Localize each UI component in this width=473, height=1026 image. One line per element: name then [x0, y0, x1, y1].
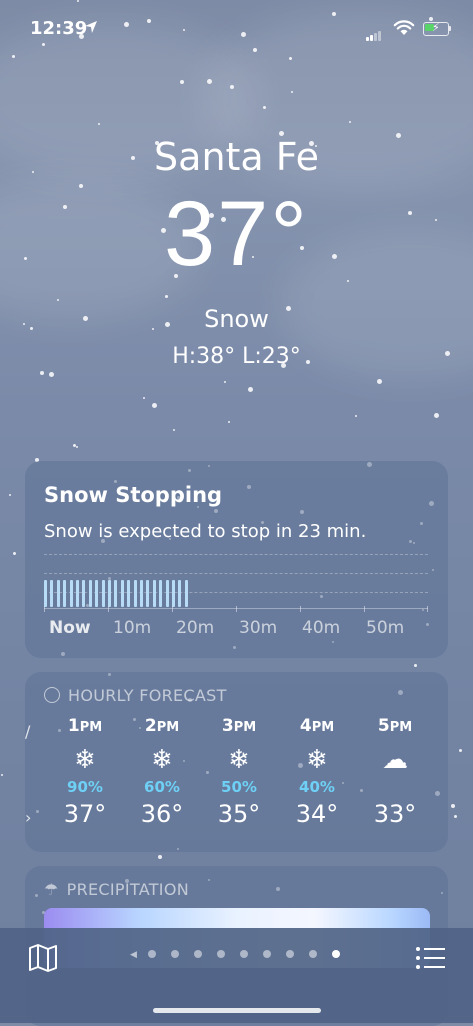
hour-label: 4PM	[299, 716, 335, 736]
minute-precip-bar	[114, 580, 118, 607]
snowflake-icon: ❄	[228, 745, 250, 775]
hourly-forecast-card[interactable]: HOURLY FORECAST / › 1PM ❄ 90% 37° 2PM ❄ 60% 36°…	[25, 672, 448, 852]
minute-precip-bar	[56, 580, 60, 607]
minute-precip-bar	[44, 580, 47, 607]
umbrella-icon: ☂	[44, 880, 59, 899]
cellular-signal-icon	[366, 22, 382, 41]
minute-precip-bar	[127, 580, 131, 607]
snowflake-icon: ❄	[306, 745, 328, 775]
clock-icon	[44, 687, 60, 703]
axis-label-now: Now	[49, 618, 91, 638]
precip-chance	[365, 778, 425, 796]
status-bar: 12:39 ⚡	[0, 0, 473, 50]
minute-precip-bar	[63, 580, 67, 607]
scroll-edge-mark: ›	[25, 808, 32, 827]
page-dot[interactable]	[309, 950, 317, 958]
minute-precip-bar	[101, 580, 105, 607]
axis-label-20m: 20m	[176, 618, 215, 638]
precip-chance: 90%	[67, 778, 103, 796]
city-name: Santa Fe	[154, 135, 319, 179]
minute-precip-bar	[76, 580, 79, 607]
hourly-header: HOURLY FORECAST	[44, 686, 227, 705]
wifi-icon	[393, 20, 415, 35]
axis-label-10m: 10m	[113, 618, 152, 638]
minute-precip-bar	[95, 580, 99, 607]
minute-precip-bar	[178, 580, 182, 607]
hour-column: 1PM ❄ 90% 37°	[55, 716, 115, 828]
minute-precip-bar	[140, 580, 143, 607]
hour-label: 1PM	[67, 716, 103, 736]
battery-cap	[449, 26, 451, 31]
chart-axis	[44, 606, 428, 612]
alert-subtitle: Snow is expected to stop in 23 min.	[44, 521, 367, 542]
current-location-page-icon[interactable]: ◀	[130, 950, 137, 960]
hour-column: 3PM ❄ 50% 35°	[209, 716, 269, 828]
minute-precip-bar	[50, 580, 54, 607]
minute-precip-bar	[159, 580, 163, 607]
hour-column: 5PM ☁ 33°	[365, 716, 425, 828]
minute-precip-bar	[133, 580, 137, 607]
minute-precip-bar	[146, 580, 150, 607]
cloud-icon: ☁	[382, 745, 408, 775]
battery-icon: ⚡	[423, 21, 449, 36]
precip-chance: 40%	[299, 778, 335, 796]
hour-label: 3PM	[221, 716, 257, 736]
snowflake-icon: ❄	[151, 745, 173, 775]
minute-precip-bar	[69, 580, 73, 607]
minute-precip-bar	[88, 580, 92, 607]
page-dot[interactable]	[217, 950, 225, 958]
axis-label-50m: 50m	[366, 618, 405, 638]
home-indicator[interactable]	[153, 1008, 321, 1013]
page-dot[interactable]	[286, 950, 294, 958]
minute-precip-bar	[165, 580, 169, 607]
minute-precip-bar	[108, 580, 111, 607]
page-dot[interactable]	[148, 950, 156, 958]
current-condition: Snow	[204, 305, 269, 333]
precip-chance: 60%	[144, 778, 180, 796]
precip-chance: 50%	[221, 778, 257, 796]
hourly-header-label: HOURLY FORECAST	[68, 686, 227, 705]
page-dot[interactable]	[240, 950, 248, 958]
precip-alert-card[interactable]: Snow Stopping Snow is expected to stop i…	[25, 461, 448, 658]
current-temperature: 37°	[163, 183, 310, 285]
chart-gridline	[44, 554, 428, 555]
hour-temperature: 34°	[295, 800, 339, 828]
hour-column: 4PM ❄ 40% 34°	[287, 716, 347, 828]
page-dot[interactable]	[332, 950, 340, 958]
precipitation-header-label: PRECIPITATION	[66, 880, 189, 899]
hour-label: 2PM	[144, 716, 180, 736]
status-time: 12:39	[30, 18, 88, 39]
scroll-edge-mark: /	[25, 722, 31, 741]
minute-precip-bar	[82, 580, 86, 607]
axis-label-40m: 40m	[302, 618, 341, 638]
hour-column: 2PM ❄ 60% 36°	[132, 716, 192, 828]
axis-label-30m: 30m	[239, 618, 278, 638]
map-icon[interactable]	[27, 944, 59, 972]
minute-precip-bar	[184, 580, 188, 607]
alert-title: Snow Stopping	[44, 483, 223, 507]
list-icon[interactable]	[415, 944, 447, 972]
page-dot[interactable]	[263, 950, 271, 958]
location-arrow-icon	[85, 21, 97, 33]
minute-precip-bar	[152, 580, 156, 607]
snowflake-icon: ❄	[74, 745, 96, 775]
page-dot[interactable]	[171, 950, 179, 958]
hour-temperature: 33°	[373, 800, 417, 828]
minute-precip-bar	[172, 580, 175, 607]
hour-temperature: 37°	[63, 800, 107, 828]
precipitation-header: ☂ PRECIPITATION	[44, 880, 189, 899]
hour-temperature: 36°	[140, 800, 184, 828]
chart-gridline	[44, 573, 428, 574]
minute-precip-bar	[120, 580, 124, 607]
high-low: H:38° L:23°	[172, 344, 301, 369]
hour-temperature: 35°	[217, 800, 261, 828]
page-dot[interactable]	[194, 950, 202, 958]
hour-label: 5PM	[377, 716, 413, 736]
